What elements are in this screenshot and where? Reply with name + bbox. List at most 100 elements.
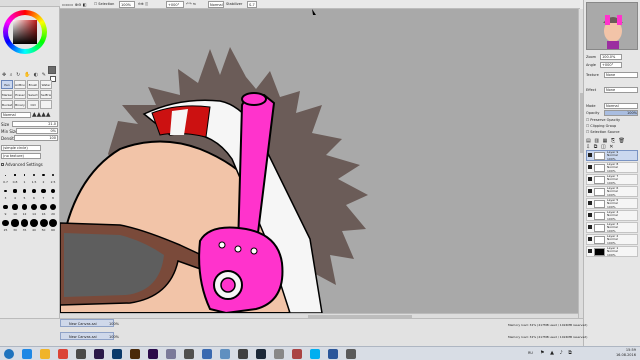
stabilizer-select[interactable]: S-7 — [247, 1, 257, 8]
brush-size-preset[interactable]: 12 — [20, 202, 29, 217]
tool-airbrush[interactable]: AirBrush — [14, 80, 26, 89]
taskbar-app2-icon[interactable] — [238, 349, 248, 359]
tool-empty[interactable] — [40, 100, 52, 109]
brush-size-preset[interactable]: 14 — [30, 202, 39, 217]
brush-size-preset[interactable]: 25 — [1, 218, 10, 233]
taskbar-calculator-icon[interactable] — [184, 349, 194, 359]
brush-size-preset[interactable]: 4 — [11, 186, 20, 201]
clipping-group-checkbox[interactable]: ☐ Clipping Group — [586, 124, 616, 128]
taskbar-ie-icon[interactable] — [22, 349, 32, 359]
layer-row[interactable]: Layer 4 Normal 100% — [586, 210, 638, 221]
zoom-select[interactable]: 100% — [119, 1, 135, 8]
taskbar-aftereffects-icon[interactable] — [148, 349, 158, 359]
visibility-eye-icon[interactable] — [588, 153, 592, 157]
brush-size-preset[interactable]: 2.5 — [49, 170, 58, 185]
taskbar-steam-icon[interactable] — [256, 349, 266, 359]
layer-row[interactable]: Layer 3 Normal 100% — [586, 222, 638, 233]
layer-row[interactable]: Layer 1 Normal 100% — [586, 246, 638, 257]
brush-size-preset[interactable]: 1.5 — [30, 170, 39, 185]
taskbar-app3-icon[interactable] — [274, 349, 284, 359]
taskbar-clock[interactable]: 15:59 16.08.2016 — [616, 348, 636, 358]
brush-shape-select[interactable]: (simple circle) — [1, 145, 41, 151]
nav-zoom-input[interactable]: 100.0% — [600, 54, 622, 60]
blend-mode-select[interactable]: Normal — [1, 112, 31, 118]
tray-language[interactable]: RU — [528, 351, 533, 355]
selection-toggle[interactable]: ☐ Selection — [94, 1, 114, 8]
brush-size-preset[interactable]: 16 — [39, 202, 48, 217]
taskbar-premiere-icon[interactable] — [94, 349, 104, 359]
brush-size-preset[interactable]: 0.7 — [1, 170, 10, 185]
layer-row[interactable]: Layer 6 Normal 100% — [586, 186, 638, 197]
visibility-eye-icon[interactable] — [588, 177, 592, 181]
brush-size-preset[interactable]: 1 — [20, 170, 29, 185]
tray-icons[interactable]: ⚑ ▲ ♪ ⧉ — [540, 350, 574, 356]
toolbar-icons[interactable]: ▭▭▭ ⊕⊖ ◧ — [62, 1, 86, 8]
texture-select[interactable]: None — [604, 72, 638, 78]
size-slider[interactable]: 21.0 — [12, 121, 58, 127]
brush-size-preset[interactable]: 40 — [30, 218, 39, 233]
taskbar-skype-icon[interactable] — [310, 349, 320, 359]
rotate-buttons[interactable]: ↶↷ ⇋ — [186, 1, 196, 8]
visibility-eye-icon[interactable] — [588, 237, 592, 241]
brush-size-preset[interactable]: 8 — [49, 186, 58, 201]
tool-mini-icons[interactable]: ✥ ⌕ ↻ ✋ ◐ ✎ — [2, 72, 47, 78]
visibility-eye-icon[interactable] — [588, 189, 592, 193]
layer-row[interactable]: Layer 8 Normal 100% — [586, 162, 638, 173]
tool-water[interactable]: Water — [40, 80, 52, 89]
brush-size-preset[interactable]: 3 — [1, 186, 10, 201]
nav-angle-input[interactable]: +000° — [600, 62, 622, 68]
taskbar-sai-icon[interactable] — [166, 349, 176, 359]
brush-size-preset[interactable]: 7 — [39, 186, 48, 201]
taskbar-explorer-icon[interactable] — [40, 349, 50, 359]
advanced-settings-toggle[interactable]: Advanced Settings — [1, 162, 43, 167]
brush-size-preset[interactable]: 35 — [20, 218, 29, 233]
visibility-eye-icon[interactable] — [588, 225, 592, 229]
taskbar-notepad-icon[interactable] — [220, 349, 230, 359]
blend-select[interactable]: Normal — [208, 1, 224, 8]
document-tab-2[interactable]: New Canvas.sai 100% — [60, 332, 119, 340]
taskbar-chrome-icon[interactable] — [58, 349, 68, 359]
brush-tip-shapes[interactable]: ▲▲▲▲ — [32, 112, 50, 118]
taskbar-start-icon[interactable] — [4, 349, 14, 359]
density-slider[interactable]: 100 — [14, 135, 58, 141]
brush-texture-select[interactable]: (no texture) — [1, 153, 41, 159]
tool-eraser[interactable]: Eraser — [14, 90, 26, 99]
tool-binary[interactable]: Binary — [14, 100, 26, 109]
selection-source-checkbox[interactable]: ☐ Selection Source — [586, 130, 620, 134]
drawing-canvas[interactable] — [60, 9, 578, 313]
brush-size-preset[interactable]: 30 — [11, 218, 20, 233]
layer-row[interactable]: Layer 9 Normal 100% — [586, 150, 638, 161]
visibility-eye-icon[interactable] — [588, 213, 592, 217]
zoom-buttons[interactable]: ⊖⊕ ◫ — [138, 1, 148, 8]
taskbar-illustrator-icon[interactable] — [130, 349, 140, 359]
opacity-slider[interactable]: 100% — [604, 110, 638, 116]
effect-select[interactable]: None — [604, 87, 638, 93]
tool-oldpen[interactable]: Old Pen — [27, 100, 39, 109]
brush-size-preset[interactable]: 50 — [39, 218, 48, 233]
tool-select[interactable]: Select — [27, 90, 39, 99]
layer-row[interactable]: Layer 7 Normal 100% — [586, 174, 638, 185]
brush-size-preset[interactable]: 5 — [20, 186, 29, 201]
brush-size-preset[interactable]: 6 — [30, 186, 39, 201]
rotation-select[interactable]: +000° — [166, 1, 184, 8]
tool-marker[interactable]: Marker — [1, 90, 13, 99]
mode-select[interactable]: Normal — [604, 103, 638, 109]
layer-row[interactable]: Layer 2 Normal 100% — [586, 234, 638, 245]
taskbar-paint-icon[interactable] — [202, 349, 212, 359]
tool-brush[interactable]: Brush — [27, 80, 39, 89]
taskbar-app5-icon[interactable] — [346, 349, 356, 359]
visibility-eye-icon[interactable] — [588, 249, 592, 253]
brush-size-preset[interactable]: 9 — [1, 202, 10, 217]
visibility-eye-icon[interactable] — [588, 201, 592, 205]
tool-pen[interactable]: Pen — [1, 80, 13, 89]
min-size-slider[interactable]: 0% — [16, 128, 58, 134]
layer-row[interactable]: Layer 5 Normal 100% — [586, 198, 638, 209]
taskbar-photoshop-icon[interactable] — [112, 349, 122, 359]
tool-bucket[interactable]: Bucket — [1, 100, 13, 109]
taskbar-word-icon[interactable] — [328, 349, 338, 359]
brush-size-preset[interactable]: 10 — [11, 202, 20, 217]
brush-size-preset[interactable]: 0.8 — [11, 170, 20, 185]
navigator-preview[interactable] — [586, 2, 638, 50]
color-panel-tabs[interactable] — [0, 0, 60, 7]
document-tab-1[interactable]: New Canvas.sai 100% — [60, 319, 119, 327]
